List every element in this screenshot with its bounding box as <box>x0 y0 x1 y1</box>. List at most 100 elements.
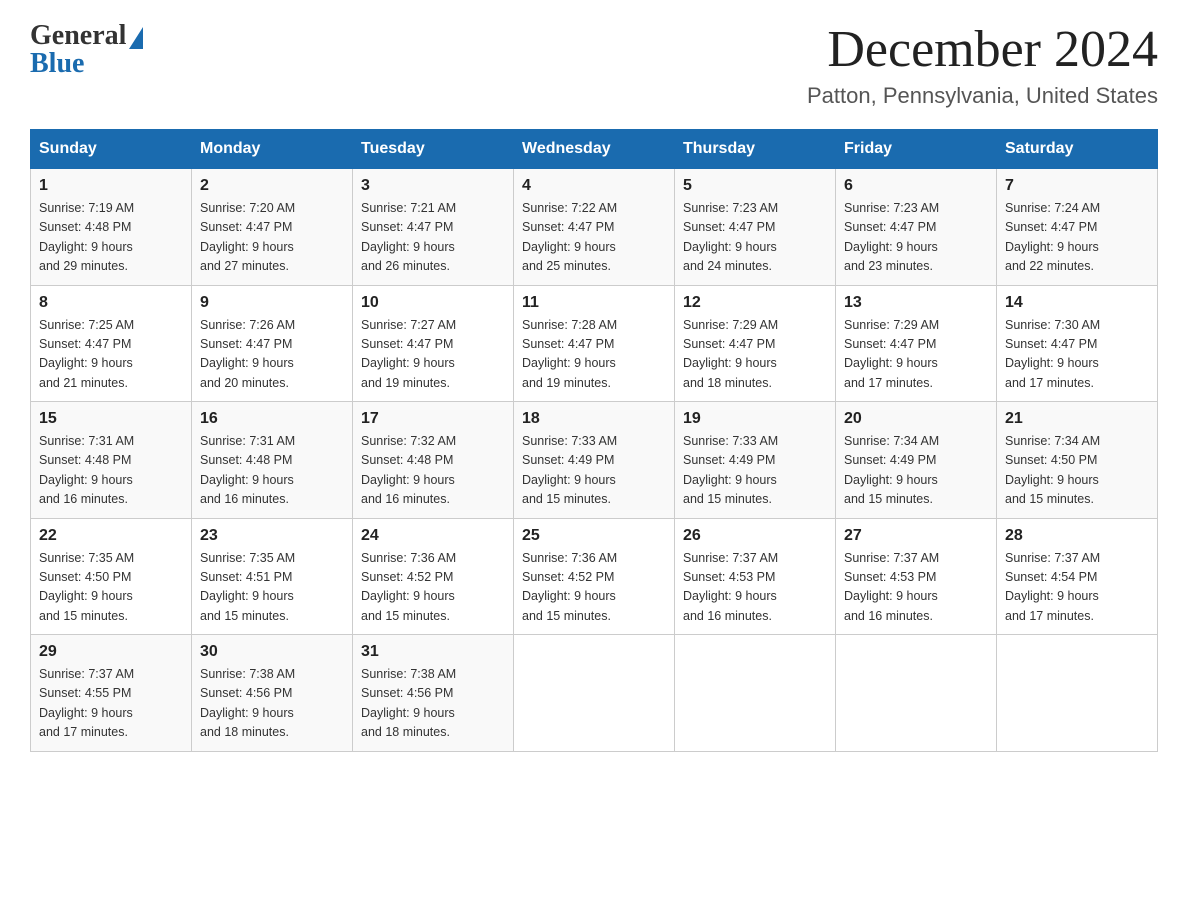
calendar-cell: 5 Sunrise: 7:23 AM Sunset: 4:47 PM Dayli… <box>675 169 836 286</box>
day-info: Sunrise: 7:23 AM Sunset: 4:47 PM Dayligh… <box>683 199 827 277</box>
calendar-cell: 31 Sunrise: 7:38 AM Sunset: 4:56 PM Dayl… <box>353 635 514 752</box>
day-info: Sunrise: 7:26 AM Sunset: 4:47 PM Dayligh… <box>200 316 344 394</box>
calendar-table: SundayMondayTuesdayWednesdayThursdayFrid… <box>30 129 1158 752</box>
day-number: 5 <box>683 177 827 195</box>
calendar-cell: 25 Sunrise: 7:36 AM Sunset: 4:52 PM Dayl… <box>514 518 675 635</box>
day-number: 20 <box>844 410 988 428</box>
calendar-cell: 28 Sunrise: 7:37 AM Sunset: 4:54 PM Dayl… <box>997 518 1158 635</box>
calendar-cell: 8 Sunrise: 7:25 AM Sunset: 4:47 PM Dayli… <box>31 285 192 402</box>
page-header: General Blue December 2024 Patton, Penns… <box>30 20 1158 109</box>
calendar-cell: 4 Sunrise: 7:22 AM Sunset: 4:47 PM Dayli… <box>514 169 675 286</box>
day-info: Sunrise: 7:37 AM Sunset: 4:53 PM Dayligh… <box>844 549 988 627</box>
calendar-cell: 10 Sunrise: 7:27 AM Sunset: 4:47 PM Dayl… <box>353 285 514 402</box>
calendar-cell: 17 Sunrise: 7:32 AM Sunset: 4:48 PM Dayl… <box>353 402 514 519</box>
day-info: Sunrise: 7:38 AM Sunset: 4:56 PM Dayligh… <box>200 665 344 743</box>
day-info: Sunrise: 7:34 AM Sunset: 4:50 PM Dayligh… <box>1005 432 1149 510</box>
day-info: Sunrise: 7:27 AM Sunset: 4:47 PM Dayligh… <box>361 316 505 394</box>
calendar-cell <box>836 635 997 752</box>
day-number: 27 <box>844 527 988 545</box>
calendar-cell: 6 Sunrise: 7:23 AM Sunset: 4:47 PM Dayli… <box>836 169 997 286</box>
day-number: 12 <box>683 294 827 312</box>
day-number: 16 <box>200 410 344 428</box>
calendar-cell <box>514 635 675 752</box>
day-info: Sunrise: 7:32 AM Sunset: 4:48 PM Dayligh… <box>361 432 505 510</box>
logo-triangle-icon <box>129 27 143 49</box>
calendar-cell: 18 Sunrise: 7:33 AM Sunset: 4:49 PM Dayl… <box>514 402 675 519</box>
calendar-cell <box>997 635 1158 752</box>
calendar-cell: 26 Sunrise: 7:37 AM Sunset: 4:53 PM Dayl… <box>675 518 836 635</box>
day-number: 25 <box>522 527 666 545</box>
calendar-cell: 21 Sunrise: 7:34 AM Sunset: 4:50 PM Dayl… <box>997 402 1158 519</box>
day-info: Sunrise: 7:25 AM Sunset: 4:47 PM Dayligh… <box>39 316 183 394</box>
header-wednesday: Wednesday <box>514 130 675 169</box>
calendar-week-row: 8 Sunrise: 7:25 AM Sunset: 4:47 PM Dayli… <box>31 285 1158 402</box>
calendar-cell: 11 Sunrise: 7:28 AM Sunset: 4:47 PM Dayl… <box>514 285 675 402</box>
day-number: 6 <box>844 177 988 195</box>
calendar-cell: 24 Sunrise: 7:36 AM Sunset: 4:52 PM Dayl… <box>353 518 514 635</box>
day-number: 21 <box>1005 410 1149 428</box>
day-number: 29 <box>39 643 183 661</box>
day-info: Sunrise: 7:36 AM Sunset: 4:52 PM Dayligh… <box>361 549 505 627</box>
day-info: Sunrise: 7:31 AM Sunset: 4:48 PM Dayligh… <box>200 432 344 510</box>
day-info: Sunrise: 7:23 AM Sunset: 4:47 PM Dayligh… <box>844 199 988 277</box>
day-info: Sunrise: 7:38 AM Sunset: 4:56 PM Dayligh… <box>361 665 505 743</box>
header-tuesday: Tuesday <box>353 130 514 169</box>
header-monday: Monday <box>192 130 353 169</box>
day-info: Sunrise: 7:29 AM Sunset: 4:47 PM Dayligh… <box>844 316 988 394</box>
day-info: Sunrise: 7:30 AM Sunset: 4:47 PM Dayligh… <box>1005 316 1149 394</box>
day-info: Sunrise: 7:28 AM Sunset: 4:47 PM Dayligh… <box>522 316 666 394</box>
day-number: 13 <box>844 294 988 312</box>
day-number: 22 <box>39 527 183 545</box>
calendar-cell: 14 Sunrise: 7:30 AM Sunset: 4:47 PM Dayl… <box>997 285 1158 402</box>
day-number: 15 <box>39 410 183 428</box>
day-number: 17 <box>361 410 505 428</box>
calendar-cell: 13 Sunrise: 7:29 AM Sunset: 4:47 PM Dayl… <box>836 285 997 402</box>
calendar-cell: 2 Sunrise: 7:20 AM Sunset: 4:47 PM Dayli… <box>192 169 353 286</box>
calendar-cell: 20 Sunrise: 7:34 AM Sunset: 4:49 PM Dayl… <box>836 402 997 519</box>
calendar-cell: 23 Sunrise: 7:35 AM Sunset: 4:51 PM Dayl… <box>192 518 353 635</box>
header-sunday: Sunday <box>31 130 192 169</box>
day-number: 30 <box>200 643 344 661</box>
day-number: 14 <box>1005 294 1149 312</box>
calendar-header-row: SundayMondayTuesdayWednesdayThursdayFrid… <box>31 130 1158 169</box>
header-saturday: Saturday <box>997 130 1158 169</box>
day-number: 8 <box>39 294 183 312</box>
day-info: Sunrise: 7:29 AM Sunset: 4:47 PM Dayligh… <box>683 316 827 394</box>
day-number: 1 <box>39 177 183 195</box>
day-info: Sunrise: 7:21 AM Sunset: 4:47 PM Dayligh… <box>361 199 505 277</box>
day-info: Sunrise: 7:33 AM Sunset: 4:49 PM Dayligh… <box>683 432 827 510</box>
header-thursday: Thursday <box>675 130 836 169</box>
calendar-cell: 27 Sunrise: 7:37 AM Sunset: 4:53 PM Dayl… <box>836 518 997 635</box>
day-info: Sunrise: 7:19 AM Sunset: 4:48 PM Dayligh… <box>39 199 183 277</box>
calendar-cell: 1 Sunrise: 7:19 AM Sunset: 4:48 PM Dayli… <box>31 169 192 286</box>
day-number: 4 <box>522 177 666 195</box>
day-info: Sunrise: 7:31 AM Sunset: 4:48 PM Dayligh… <box>39 432 183 510</box>
calendar-cell: 29 Sunrise: 7:37 AM Sunset: 4:55 PM Dayl… <box>31 635 192 752</box>
day-info: Sunrise: 7:37 AM Sunset: 4:55 PM Dayligh… <box>39 665 183 743</box>
calendar-cell: 30 Sunrise: 7:38 AM Sunset: 4:56 PM Dayl… <box>192 635 353 752</box>
calendar-week-row: 22 Sunrise: 7:35 AM Sunset: 4:50 PM Dayl… <box>31 518 1158 635</box>
calendar-week-row: 15 Sunrise: 7:31 AM Sunset: 4:48 PM Dayl… <box>31 402 1158 519</box>
calendar-cell <box>675 635 836 752</box>
day-number: 3 <box>361 177 505 195</box>
month-title: December 2024 <box>807 20 1158 79</box>
location-title: Patton, Pennsylvania, United States <box>807 83 1158 109</box>
calendar-cell: 16 Sunrise: 7:31 AM Sunset: 4:48 PM Dayl… <box>192 402 353 519</box>
day-number: 18 <box>522 410 666 428</box>
day-number: 19 <box>683 410 827 428</box>
calendar-cell: 19 Sunrise: 7:33 AM Sunset: 4:49 PM Dayl… <box>675 402 836 519</box>
day-number: 26 <box>683 527 827 545</box>
day-info: Sunrise: 7:37 AM Sunset: 4:54 PM Dayligh… <box>1005 549 1149 627</box>
calendar-week-row: 1 Sunrise: 7:19 AM Sunset: 4:48 PM Dayli… <box>31 169 1158 286</box>
day-info: Sunrise: 7:37 AM Sunset: 4:53 PM Dayligh… <box>683 549 827 627</box>
day-number: 28 <box>1005 527 1149 545</box>
day-number: 10 <box>361 294 505 312</box>
calendar-cell: 9 Sunrise: 7:26 AM Sunset: 4:47 PM Dayli… <box>192 285 353 402</box>
day-number: 7 <box>1005 177 1149 195</box>
day-info: Sunrise: 7:22 AM Sunset: 4:47 PM Dayligh… <box>522 199 666 277</box>
calendar-cell: 22 Sunrise: 7:35 AM Sunset: 4:50 PM Dayl… <box>31 518 192 635</box>
day-number: 11 <box>522 294 666 312</box>
day-info: Sunrise: 7:20 AM Sunset: 4:47 PM Dayligh… <box>200 199 344 277</box>
header-friday: Friday <box>836 130 997 169</box>
calendar-cell: 15 Sunrise: 7:31 AM Sunset: 4:48 PM Dayl… <box>31 402 192 519</box>
